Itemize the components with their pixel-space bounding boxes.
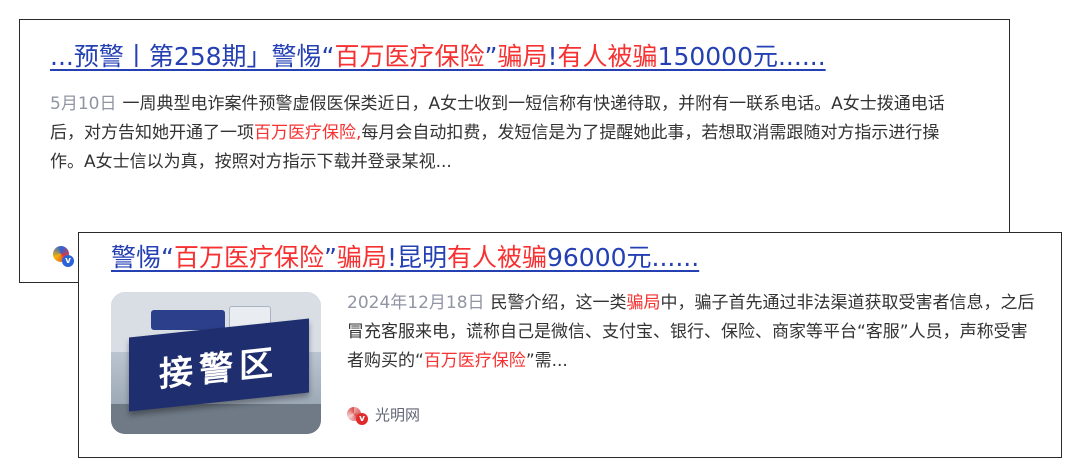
result-title-link[interactable]: ...预警丨第258期」警惕“百万医疗保险”骗局!有人被骗150000元....… bbox=[50, 41, 826, 73]
verified-badge-icon: v bbox=[356, 412, 368, 425]
title-keyword[interactable]: 百万医疗保险 bbox=[174, 243, 324, 272]
title-segment[interactable]: ! bbox=[548, 42, 558, 71]
source-logo-icon: v bbox=[347, 405, 369, 425]
title-segment[interactable]: 96000元...... bbox=[547, 243, 699, 272]
result-thumbnail[interactable]: 接警区 bbox=[111, 292, 321, 434]
result-date: 2024年12月18日 bbox=[347, 293, 485, 313]
snippet-keyword: 百万医疗保险, bbox=[254, 123, 362, 143]
title-keyword[interactable]: 有人被骗 bbox=[558, 42, 658, 71]
result-snippet: 5月10日 一周典型电诈案件预警虚假医保类近日，A女士收到一短信称有快递待取，并附… bbox=[50, 90, 970, 177]
title-keyword[interactable]: 百万医疗保险 bbox=[335, 42, 485, 71]
thumbnail-banner bbox=[151, 310, 225, 330]
search-result-card-2: 警惕“百万医疗保险”骗局!昆明有人被骗96000元...... 接警区 2024… bbox=[78, 232, 1062, 458]
title-segment[interactable]: ” bbox=[485, 42, 498, 71]
media-source-icon[interactable]: v bbox=[53, 246, 75, 268]
title-segment[interactable]: 150000元...... bbox=[658, 42, 826, 71]
snippet-keyword: 百万医疗保险 bbox=[423, 351, 526, 371]
result-date: 5月10日 bbox=[50, 94, 117, 114]
title-segment[interactable]: 警惕“ bbox=[111, 243, 174, 272]
title-segment[interactable]: !昆明 bbox=[387, 243, 447, 272]
snippet-text: ”需... bbox=[525, 351, 568, 371]
title-segment[interactable]: ” bbox=[324, 243, 337, 272]
title-keyword[interactable]: 骗局 bbox=[497, 42, 547, 71]
snippet-keyword: 骗局 bbox=[626, 293, 661, 313]
source-name[interactable]: 光明网 bbox=[375, 404, 420, 425]
result-snippet: 2024年12月18日 民警介绍，这一类骗局中，骗子首先通过非法渠道获取受害者信息… bbox=[347, 289, 1037, 376]
title-keyword[interactable]: 骗局 bbox=[337, 243, 387, 272]
verified-badge-icon: v bbox=[62, 255, 74, 267]
snippet-text: 民警介绍，这一类 bbox=[490, 293, 627, 313]
title-keyword[interactable]: 有人被骗 bbox=[447, 243, 547, 272]
title-segment[interactable]: ...预警丨第258期」警惕“ bbox=[50, 42, 335, 71]
result-source[interactable]: v 光明网 bbox=[347, 404, 420, 425]
result-title-link[interactable]: 警惕“百万医疗保险”骗局!昆明有人被骗96000元...... bbox=[111, 242, 699, 274]
